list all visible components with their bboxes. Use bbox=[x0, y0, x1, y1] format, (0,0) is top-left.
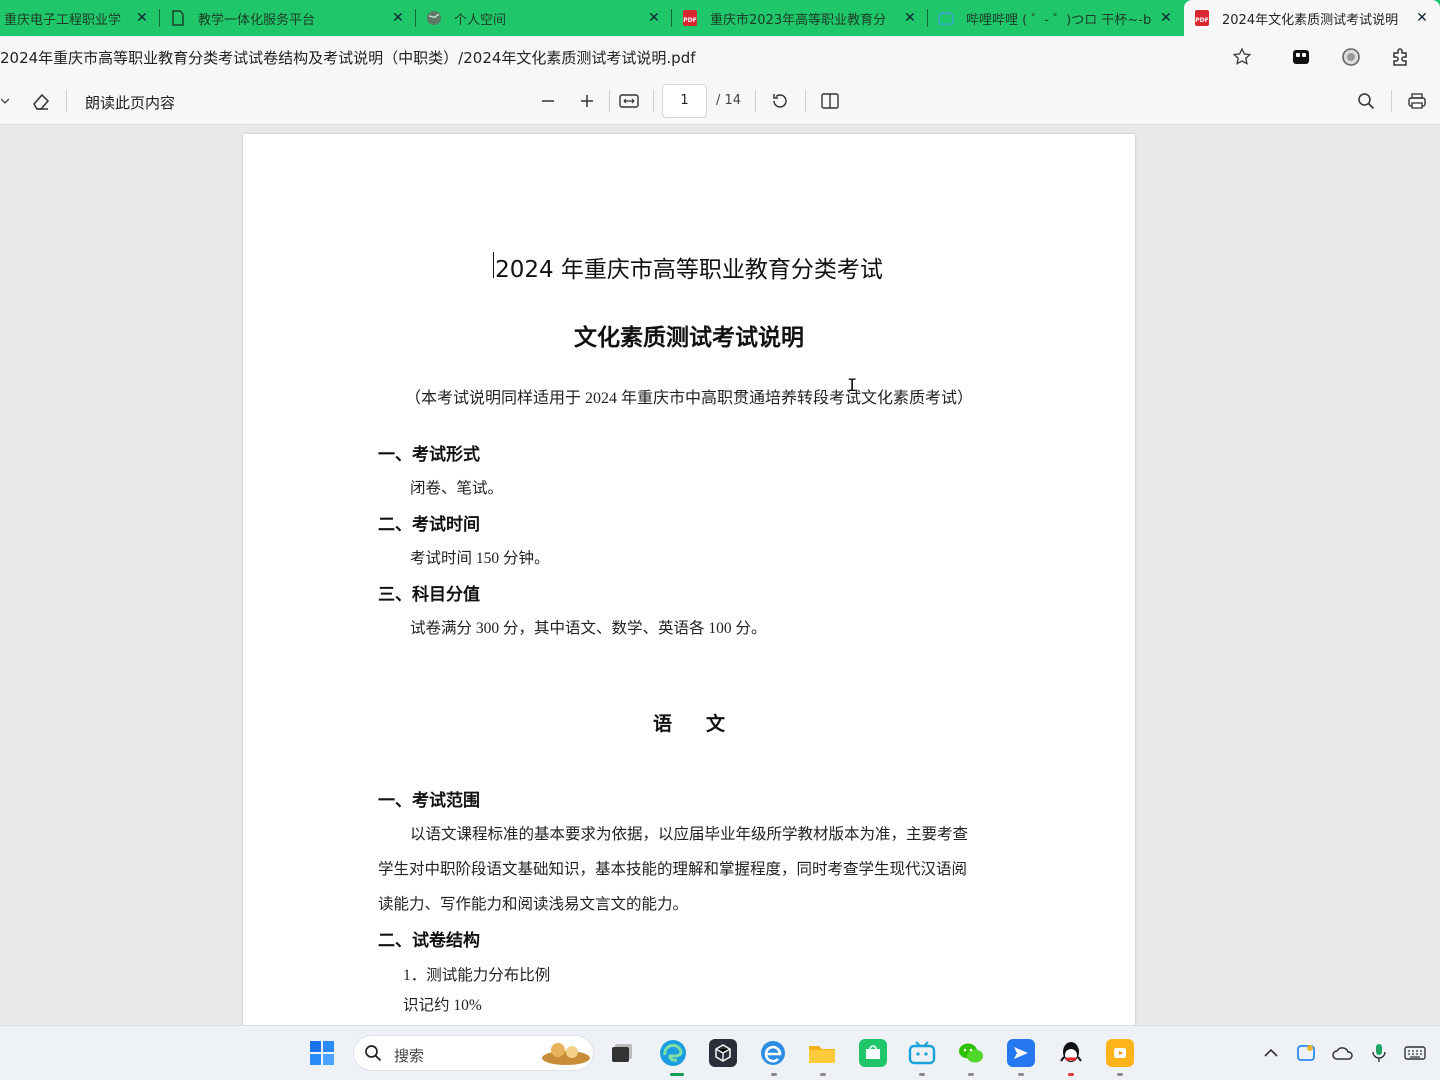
tab-strip: 重庆电子工程职业学 ✕ 教学一体化服务平台 ✕ 个人空间 ✕ PDF 重庆市20… bbox=[0, 0, 1440, 36]
tab-title: 哔哩哔哩 ( ゜- ゜)つロ 干杯~-b bbox=[966, 12, 1152, 28]
globe-icon bbox=[426, 10, 442, 26]
address-url[interactable]: 2024年重庆市高等职业教育分类考试试卷结构及考试说明（中职类）/2024年文化… bbox=[0, 47, 696, 68]
paragraph-line: 以语文课程标准的基本要求为依据，以应届毕业年级所学教材版本为准，主要考查 bbox=[410, 826, 969, 843]
page-icon bbox=[170, 10, 186, 26]
tab-personal-space[interactable]: 个人空间 ✕ bbox=[416, 0, 672, 36]
zoom-out-icon[interactable] bbox=[536, 89, 560, 113]
tray-app-icon[interactable] bbox=[1295, 1042, 1317, 1064]
bilibili-icon[interactable] bbox=[908, 1039, 936, 1067]
ie-browser-icon[interactable] bbox=[759, 1039, 787, 1067]
running-indicator bbox=[820, 1073, 826, 1076]
running-indicator bbox=[968, 1073, 974, 1076]
toolbar-divider bbox=[66, 90, 67, 112]
paragraph-line: 学生对中职阶段语文基础知识，基本技能的理解和掌握程度，同时考查学生现代汉语阅 bbox=[378, 861, 968, 878]
qq-icon[interactable] bbox=[1057, 1039, 1085, 1067]
rotate-icon[interactable] bbox=[768, 89, 792, 113]
close-icon[interactable]: ✕ bbox=[1158, 10, 1174, 26]
taskbar-search[interactable]: 搜索 bbox=[353, 1035, 594, 1071]
task-view-icon[interactable] bbox=[608, 1039, 636, 1067]
tab-title: 教学一体化服务平台 bbox=[198, 12, 316, 28]
tab-pdf-2023[interactable]: PDF 重庆市2023年高等职业教育分 ✕ bbox=[672, 0, 928, 36]
media-app-icon[interactable] bbox=[1106, 1039, 1134, 1067]
pdf-page[interactable]: 2024 年重庆市高等职业教育分类考试 文化素质测试考试说明 （本考试说明同样适… bbox=[243, 134, 1135, 1025]
section-heading: 三、科目分值 bbox=[378, 585, 480, 605]
document-subtitle: 文化素质测试考试说明 bbox=[574, 325, 804, 351]
extensions-icon[interactable] bbox=[1388, 45, 1412, 69]
section-body: 闭卷、笔试。 bbox=[410, 480, 504, 497]
toolbar-divider bbox=[755, 90, 756, 112]
running-indicator bbox=[1117, 1073, 1123, 1076]
keyboard-icon[interactable] bbox=[1404, 1042, 1426, 1064]
section-heading: 一、考试形式 bbox=[378, 445, 480, 465]
running-indicator bbox=[771, 1073, 777, 1076]
toolbar-divider bbox=[1391, 90, 1392, 112]
section-heading: 二、考试时间 bbox=[378, 515, 480, 535]
close-icon[interactable]: ✕ bbox=[390, 10, 406, 26]
section-heading: 一、考试范围 bbox=[378, 791, 480, 811]
list-item: 1．测试能力分布比例 bbox=[403, 967, 551, 984]
feishu-icon[interactable] bbox=[1007, 1039, 1035, 1067]
toolbar-divider bbox=[805, 90, 806, 112]
pdf-viewer[interactable]: 2024 年重庆市高等职业教育分类考试 文化素质测试考试说明 （本考试说明同样适… bbox=[0, 125, 1440, 1025]
toolbar-divider bbox=[653, 90, 654, 112]
running-indicator bbox=[919, 1073, 925, 1076]
running-indicator bbox=[1018, 1073, 1024, 1076]
search-icon[interactable] bbox=[1354, 89, 1378, 113]
zoom-in-icon[interactable] bbox=[575, 89, 599, 113]
chevron-up-icon[interactable] bbox=[1260, 1042, 1282, 1064]
page-view-icon[interactable] bbox=[818, 89, 842, 113]
bilibili-icon bbox=[938, 10, 954, 26]
document-note: （本考试说明同样适用于 2024 年重庆市中高职贯通培养转段考试文化素质考试） bbox=[404, 390, 973, 407]
tab-title: 个人空间 bbox=[454, 12, 507, 28]
edge-icon[interactable] bbox=[659, 1039, 687, 1067]
extension-board-icon[interactable] bbox=[1289, 45, 1313, 69]
section-heading: 二、试卷结构 bbox=[378, 931, 480, 951]
microphone-icon[interactable] bbox=[1368, 1042, 1390, 1064]
file-explorer-icon[interactable] bbox=[808, 1039, 836, 1067]
search-highlight-icon bbox=[540, 1038, 592, 1072]
taskbar: 搜索 bbox=[0, 1025, 1440, 1080]
tab-pdf-2024[interactable]: PDF 2024年文化素质测试考试说明 ✕ bbox=[1184, 0, 1440, 36]
tab-teaching-platform[interactable]: 教学一体化服务平台 ✕ bbox=[160, 0, 416, 36]
pdf-icon: PDF bbox=[1194, 10, 1210, 26]
search-placeholder: 搜索 bbox=[394, 1047, 425, 1065]
subject-title: 语文 bbox=[652, 713, 759, 735]
store-icon[interactable] bbox=[859, 1039, 887, 1067]
page-number-input[interactable]: 1 bbox=[662, 84, 707, 118]
print-icon[interactable] bbox=[1405, 89, 1429, 113]
search-icon bbox=[364, 1044, 382, 1066]
active-indicator bbox=[670, 1073, 684, 1076]
onedrive-icon[interactable] bbox=[1332, 1042, 1354, 1064]
fit-width-icon[interactable] bbox=[617, 89, 641, 113]
section-body: 试卷满分 300 分，其中语文、数学、英语各 100 分。 bbox=[410, 620, 767, 637]
toolbar-divider bbox=[609, 90, 610, 112]
close-icon[interactable]: ✕ bbox=[902, 10, 918, 26]
tab-school[interactable]: 重庆电子工程职业学 ✕ bbox=[0, 0, 160, 36]
star-icon[interactable] bbox=[1230, 45, 1254, 69]
text-cursor-icon: I bbox=[847, 376, 858, 396]
close-icon[interactable]: ✕ bbox=[646, 10, 662, 26]
chevron-down-icon[interactable] bbox=[0, 89, 10, 113]
record-icon[interactable] bbox=[1339, 45, 1363, 69]
section-body: 考试时间 150 分钟。 bbox=[410, 550, 550, 567]
page-total: / 14 bbox=[716, 93, 742, 108]
document-title: 2024 年重庆市高等职业教育分类考试 bbox=[495, 257, 883, 283]
tab-title: 重庆市2023年高等职业教育分 bbox=[710, 12, 887, 28]
address-bar[interactable]: 2024年重庆市高等职业教育分类考试试卷结构及考试说明（中职类）/2024年文化… bbox=[0, 36, 1440, 78]
list-item: 识记约 10% bbox=[403, 997, 482, 1014]
wechat-icon[interactable] bbox=[957, 1039, 985, 1067]
read-aloud-button[interactable]: 朗读此页内容 bbox=[85, 92, 175, 113]
running-indicator bbox=[1068, 1073, 1074, 1076]
start-icon[interactable] bbox=[308, 1039, 336, 1067]
app-cube-icon[interactable] bbox=[709, 1039, 737, 1067]
close-icon[interactable]: ✕ bbox=[134, 10, 150, 26]
paragraph-line: 读能力、写作能力和阅读浅易文言文的能力。 bbox=[378, 896, 689, 913]
close-icon[interactable]: ✕ bbox=[1414, 10, 1430, 26]
tab-bilibili[interactable]: 哔哩哔哩 ( ゜- ゜)つロ 干杯~-b ✕ bbox=[928, 0, 1184, 36]
eraser-icon[interactable] bbox=[29, 89, 53, 113]
pdf-icon: PDF bbox=[682, 10, 698, 26]
tab-title: 2024年文化素质测试考试说明 bbox=[1222, 12, 1399, 28]
tab-title: 重庆电子工程职业学 bbox=[4, 12, 122, 28]
